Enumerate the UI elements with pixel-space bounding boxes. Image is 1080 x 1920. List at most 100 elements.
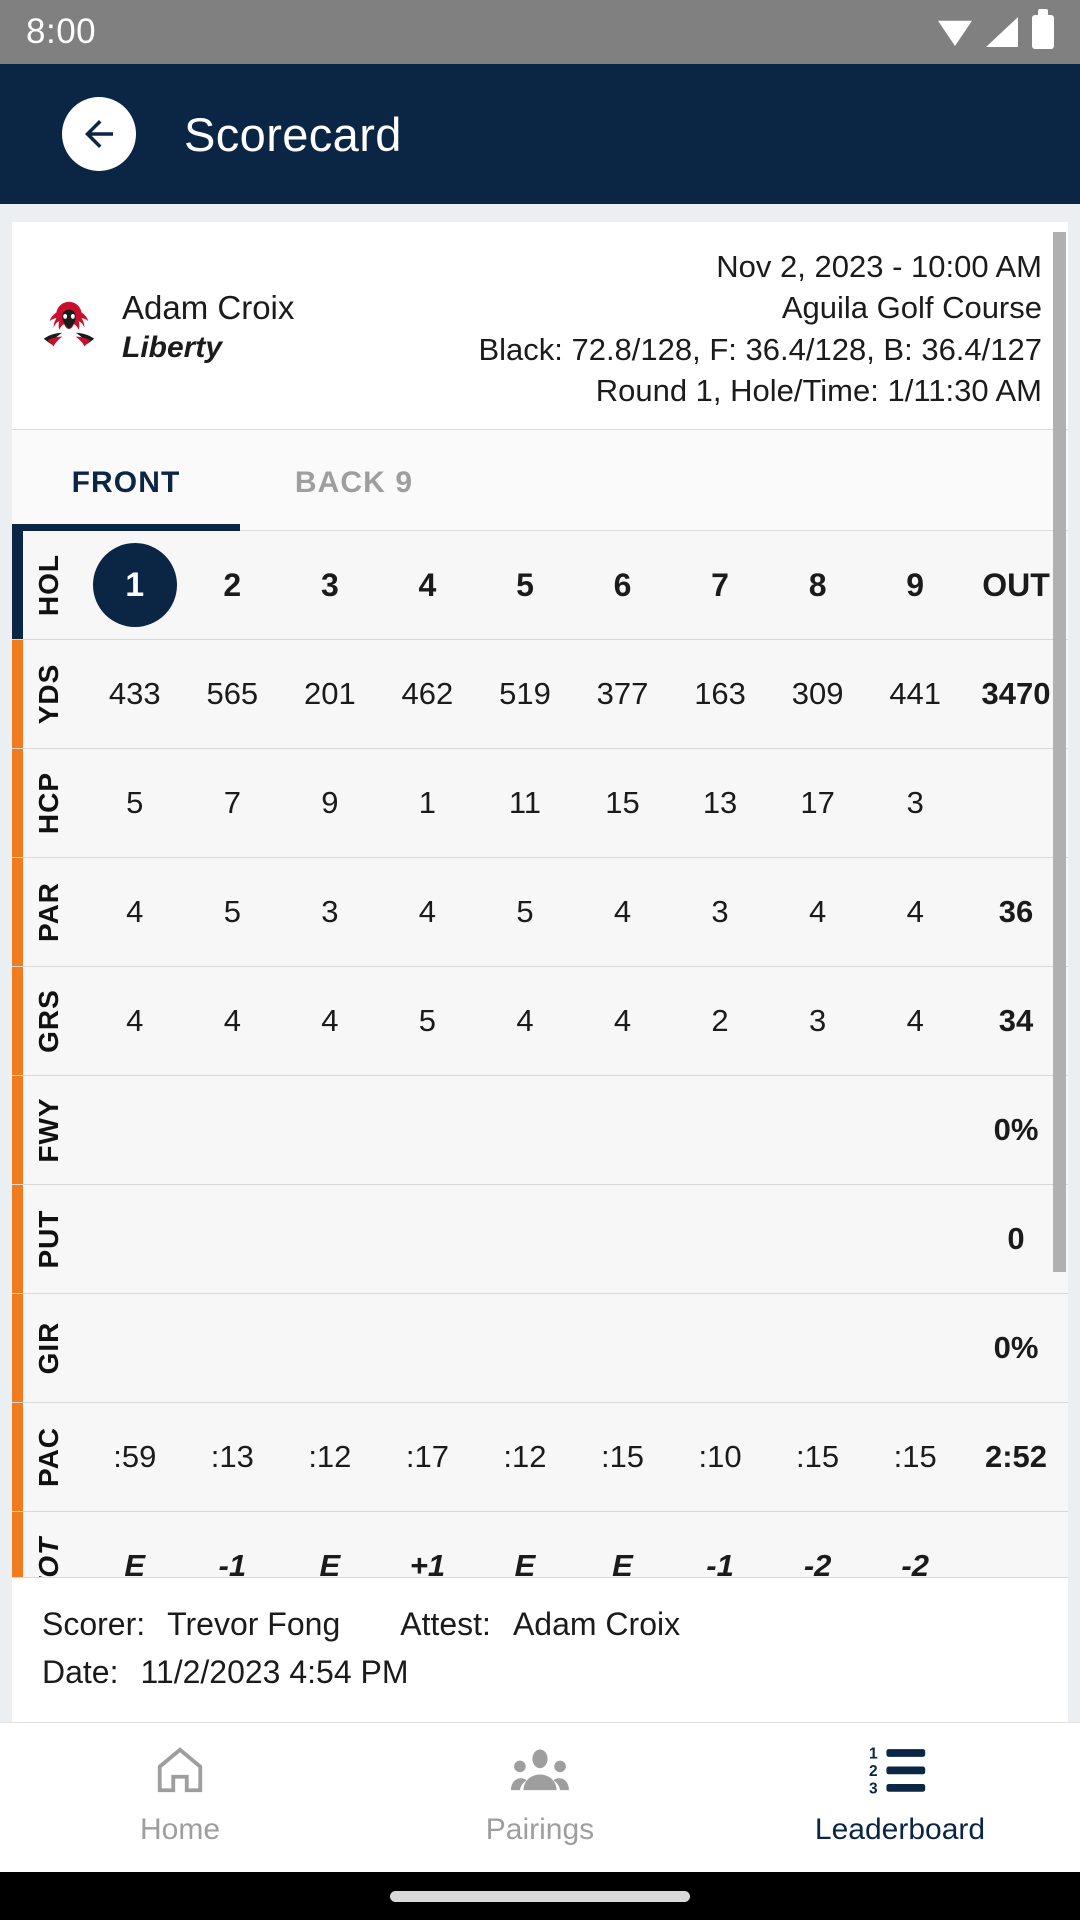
grs-cell-6[interactable]: 4: [573, 966, 672, 1077]
yds-cell-6: 377: [573, 639, 672, 750]
hole-cell-1[interactable]: 1: [86, 530, 184, 641]
home-icon: [152, 1741, 208, 1799]
scorer-label: Scorer:: [42, 1606, 146, 1642]
row-label-fwy: FWY: [12, 1075, 86, 1186]
hole-cell-8[interactable]: 8: [768, 530, 867, 641]
fwy-cell-6[interactable]: [573, 1075, 672, 1186]
row-label-pac: PAC: [12, 1402, 86, 1513]
nav-item-leaderboard[interactable]: 1 2 3 Leaderboard: [720, 1741, 1080, 1847]
tab-back-9[interactable]: BACK 9: [240, 430, 468, 530]
back-button[interactable]: [62, 97, 136, 171]
player-block: Adam Croix Liberty: [30, 244, 294, 411]
gir-cell-7[interactable]: [671, 1293, 769, 1404]
pac-cell-5: :12: [476, 1402, 574, 1513]
tot-cell-3: E: [281, 1511, 379, 1577]
fwy-cell-8[interactable]: [768, 1075, 867, 1186]
tot-cell-2: -1: [183, 1511, 282, 1577]
row-label-grs: GRS: [12, 966, 86, 1077]
grs-cell-2[interactable]: 4: [183, 966, 282, 1077]
nav-item-home[interactable]: Home: [0, 1741, 360, 1847]
pac-cell-4: :17: [378, 1402, 477, 1513]
yds-cell-1: 433: [86, 639, 184, 750]
fwy-cell-3[interactable]: [281, 1075, 379, 1186]
date-line: Date: 11/2/2023 4:54 PM: [42, 1648, 1038, 1696]
nav-item-pairings[interactable]: Pairings: [360, 1741, 720, 1847]
attest-label: Attest:: [400, 1606, 491, 1642]
gir-cell-6[interactable]: [573, 1293, 672, 1404]
put-cell-3[interactable]: [281, 1184, 379, 1295]
fwy-cell-4[interactable]: [378, 1075, 477, 1186]
par-cell-5: 5: [476, 857, 574, 968]
gesture-bar: [0, 1872, 1080, 1920]
par-cell-8: 4: [768, 857, 867, 968]
gir-cell-2[interactable]: [183, 1293, 282, 1404]
pac-cell-7: :10: [671, 1402, 769, 1513]
fwy-cell-7[interactable]: [671, 1075, 769, 1186]
pac-cell-3: :12: [281, 1402, 379, 1513]
hcp-cell-6: 15: [573, 748, 672, 859]
nav-label-home: Home: [139, 1813, 221, 1846]
put-cell-7[interactable]: [671, 1184, 769, 1295]
pac-cell-6: :15: [573, 1402, 672, 1513]
grs-cell-7[interactable]: 2: [671, 966, 769, 1077]
nav-label-pairings: Pairings: [485, 1813, 595, 1846]
hole-cell-2[interactable]: 2: [183, 530, 282, 641]
tab-front[interactable]: FRONT: [12, 430, 240, 531]
put-cell-2[interactable]: [183, 1184, 282, 1295]
put-cell-4[interactable]: [378, 1184, 477, 1295]
hcp-cell-2: 7: [183, 748, 282, 859]
hcp-cell-1: 5: [86, 748, 184, 859]
hole-cell-5[interactable]: 5: [476, 530, 574, 641]
gir-cell-out: 0%: [964, 1293, 1068, 1404]
grs-cell-9[interactable]: 4: [866, 966, 964, 1077]
put-cell-9[interactable]: [866, 1184, 964, 1295]
gir-cell-9[interactable]: [866, 1293, 964, 1404]
grs-cell-3[interactable]: 4: [281, 966, 379, 1077]
gir-cell-5[interactable]: [476, 1293, 574, 1404]
put-cell-1[interactable]: [86, 1184, 184, 1295]
yds-cell-8: 309: [768, 639, 867, 750]
status-bar-clock: 8:00: [26, 12, 97, 51]
fwy-cell-9[interactable]: [866, 1075, 964, 1186]
put-cell-5[interactable]: [476, 1184, 574, 1295]
tot-cell-6: E: [573, 1511, 672, 1577]
fwy-cell-5[interactable]: [476, 1075, 574, 1186]
grs-cell-1[interactable]: 4: [86, 966, 184, 1077]
put-cell-8[interactable]: [768, 1184, 867, 1295]
hole-cell-7[interactable]: 7: [671, 530, 769, 641]
hcp-cell-5: 11: [476, 748, 574, 859]
grs-cell-5[interactable]: 4: [476, 966, 574, 1077]
app-bar: Scorecard: [0, 64, 1080, 204]
grs-cell-8[interactable]: 3: [768, 966, 867, 1077]
row-label-yds: YDS: [12, 639, 86, 750]
fwy-cell-2[interactable]: [183, 1075, 282, 1186]
pac-cell-2: :13: [183, 1402, 282, 1513]
hole-cell-4[interactable]: 4: [378, 530, 477, 641]
scroll-area[interactable]: Adam Croix Liberty Nov 2, 2023 - 10:00 A…: [0, 204, 1080, 1722]
hole-cell-9[interactable]: 9: [866, 530, 964, 641]
ranked-list-icon: 1 2 3: [869, 1741, 931, 1799]
arrow-left-icon: [85, 120, 113, 148]
par-cell-9: 4: [866, 857, 964, 968]
gir-cell-4[interactable]: [378, 1293, 477, 1404]
pac-cell-9: :15: [866, 1402, 964, 1513]
put-cell-6[interactable]: [573, 1184, 672, 1295]
gir-cell-8[interactable]: [768, 1293, 867, 1404]
fwy-cell-1[interactable]: [86, 1075, 184, 1186]
page-title: Scorecard: [184, 107, 402, 161]
gir-cell-3[interactable]: [281, 1293, 379, 1404]
status-bar-icons: [938, 9, 1054, 49]
hole-cell-3[interactable]: 3: [281, 530, 379, 641]
par-cell-3: 3: [281, 857, 379, 968]
gir-cell-1[interactable]: [86, 1293, 184, 1404]
hole-cell-6[interactable]: 6: [573, 530, 672, 641]
tot-cell-4: +1: [378, 1511, 477, 1577]
scorecard-table-wrap: HOL 1 2 3 4 5 6 7 8 9 OUT YDS 433 565 20…: [12, 530, 1068, 1577]
gesture-pill[interactable]: [390, 1890, 690, 1902]
row-label-hcp: HCP: [12, 748, 86, 859]
vertical-scrollbar[interactable]: [1053, 232, 1066, 1272]
wifi-icon: [938, 20, 972, 46]
scorer-value: Trevor Fong: [167, 1606, 341, 1642]
player-identity: Adam Croix Liberty: [122, 289, 294, 365]
grs-cell-4[interactable]: 5: [378, 966, 477, 1077]
